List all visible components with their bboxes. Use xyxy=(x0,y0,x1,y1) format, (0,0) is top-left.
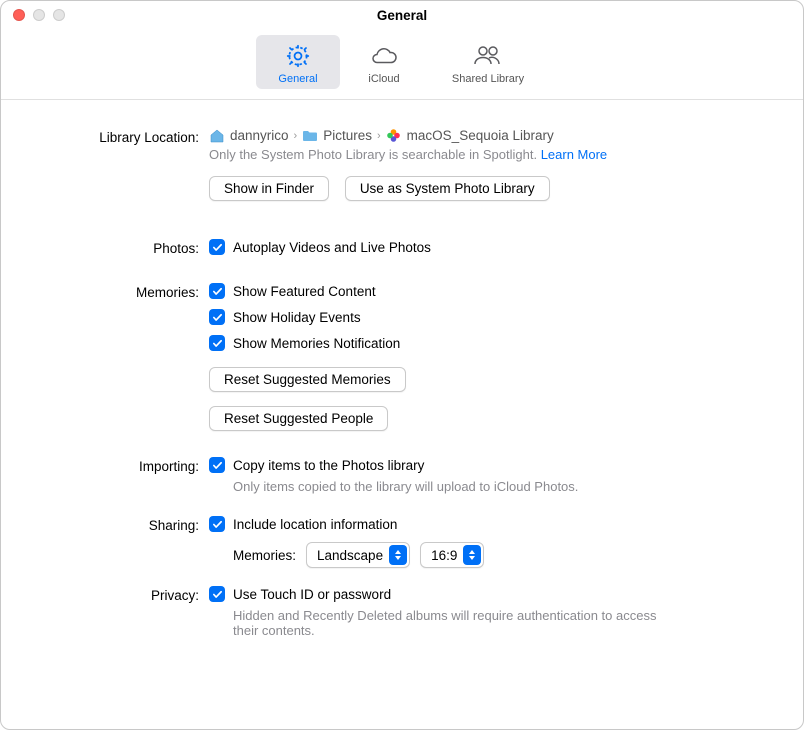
settings-content: Library Location: dannyrico › Pictures › xyxy=(1,100,803,729)
photos-app-icon xyxy=(386,129,402,143)
privacy-hint: Hidden and Recently Deleted albums will … xyxy=(209,608,669,638)
orientation-select[interactable]: Landscape xyxy=(306,542,410,568)
chevron-right-icon: › xyxy=(294,130,298,142)
copy-items-checkbox[interactable] xyxy=(209,457,225,473)
reset-suggested-memories-button[interactable]: Reset Suggested Memories xyxy=(209,367,406,392)
autoplay-label: Autoplay Videos and Live Photos xyxy=(233,240,431,255)
people-icon xyxy=(436,41,540,71)
touchid-label: Use Touch ID or password xyxy=(233,587,391,602)
tab-label: iCloud xyxy=(350,73,418,85)
sharing-label: Sharing: xyxy=(31,516,209,533)
photos-section: Photos: Autoplay Videos and Live Photos xyxy=(31,239,773,265)
importing-label: Importing: xyxy=(31,457,209,474)
toolbar: General iCloud Shared Library xyxy=(1,29,803,100)
include-location-checkbox[interactable] xyxy=(209,516,225,532)
close-window-button[interactable] xyxy=(13,9,25,21)
holiday-events-checkbox[interactable] xyxy=(209,309,225,325)
privacy-section: Privacy: Use Touch ID or password Hidden… xyxy=(31,586,773,642)
privacy-label: Privacy: xyxy=(31,586,209,603)
show-in-finder-button[interactable]: Show in Finder xyxy=(209,176,329,201)
memories-notification-label: Show Memories Notification xyxy=(233,336,400,351)
breadcrumb-segment: Pictures xyxy=(323,128,372,143)
breadcrumb-segment: macOS_Sequoia Library xyxy=(407,128,554,143)
memories-label: Memories: xyxy=(31,283,209,300)
minimize-window-button[interactable] xyxy=(33,9,45,21)
include-location-label: Include location information xyxy=(233,517,397,532)
library-hint: Only the System Photo Library is searcha… xyxy=(209,147,773,162)
copy-items-label: Copy items to the Photos library xyxy=(233,458,424,473)
tab-icloud[interactable]: iCloud xyxy=(342,35,426,89)
tab-general[interactable]: General xyxy=(256,35,340,89)
gear-icon xyxy=(264,41,332,71)
preferences-window: General General iCloud xyxy=(0,0,804,730)
sharing-section: Sharing: Include location information Me… xyxy=(31,516,773,568)
featured-content-checkbox[interactable] xyxy=(209,283,225,299)
tab-label: General xyxy=(264,73,332,85)
tab-label: Shared Library xyxy=(436,73,540,85)
reset-suggested-people-button[interactable]: Reset Suggested People xyxy=(209,406,388,431)
learn-more-link[interactable]: Learn More xyxy=(541,147,607,162)
maximize-window-button[interactable] xyxy=(53,9,65,21)
traffic-lights xyxy=(13,9,65,21)
tab-shared-library[interactable]: Shared Library xyxy=(428,35,548,89)
window-title: General xyxy=(13,8,791,23)
photos-label: Photos: xyxy=(31,239,209,256)
touchid-checkbox[interactable] xyxy=(209,586,225,602)
library-location-section: Library Location: dannyrico › Pictures › xyxy=(31,128,773,221)
autoplay-checkbox[interactable] xyxy=(209,239,225,255)
titlebar: General xyxy=(1,1,803,29)
cloud-icon xyxy=(350,41,418,71)
breadcrumb-segment: dannyrico xyxy=(230,128,289,143)
chevron-right-icon: › xyxy=(377,130,381,142)
select-arrows-icon xyxy=(463,545,481,565)
select-arrows-icon xyxy=(389,545,407,565)
aspect-select[interactable]: 16:9 xyxy=(420,542,484,568)
importing-section: Importing: Copy items to the Photos libr… xyxy=(31,457,773,498)
library-breadcrumb[interactable]: dannyrico › Pictures › xyxy=(209,128,773,143)
memories-section: Memories: Show Featured Content Show Hol… xyxy=(31,283,773,439)
holiday-events-label: Show Holiday Events xyxy=(233,310,361,325)
memories-notification-checkbox[interactable] xyxy=(209,335,225,351)
importing-hint: Only items copied to the library will up… xyxy=(209,479,773,494)
home-icon xyxy=(209,129,225,143)
sharing-memories-label: Memories: xyxy=(233,548,296,563)
library-location-label: Library Location: xyxy=(31,128,209,145)
use-as-system-library-button[interactable]: Use as System Photo Library xyxy=(345,176,550,201)
featured-content-label: Show Featured Content xyxy=(233,284,376,299)
folder-icon xyxy=(302,129,318,143)
